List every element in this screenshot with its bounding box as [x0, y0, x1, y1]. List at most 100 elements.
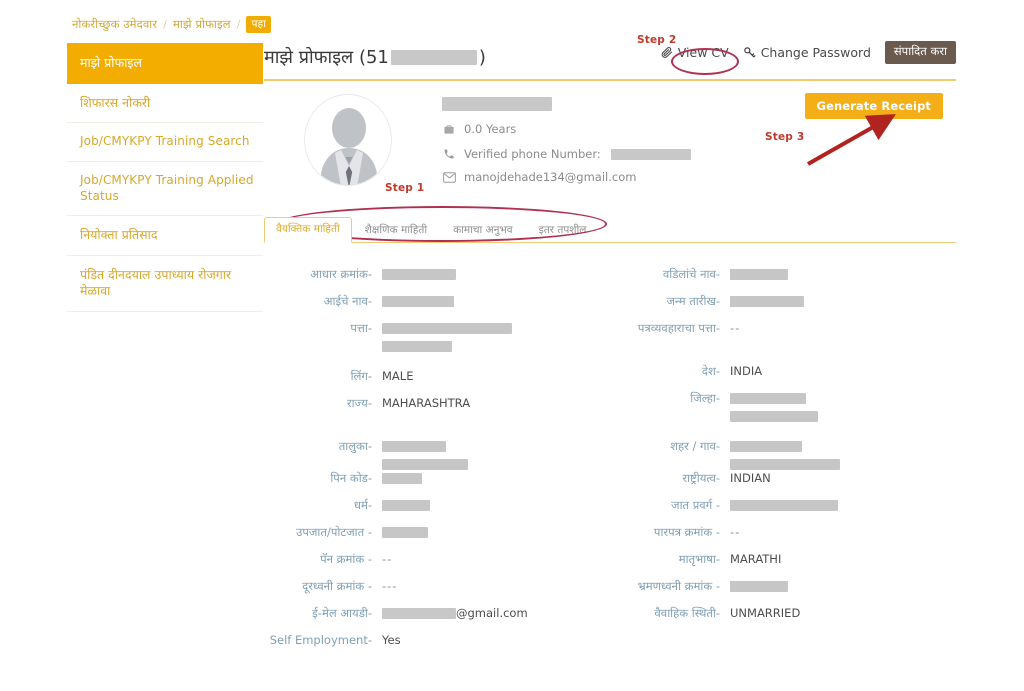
annotation-step-1: Step 1	[385, 182, 425, 194]
annotation-step-2: Step 2	[637, 34, 677, 46]
page-title-prefix: माझे प्रोफाइल (51	[264, 46, 389, 68]
redacted-value	[382, 296, 454, 307]
form-row: ई-मेल आयडी- @gmail.com	[264, 605, 610, 632]
form-row: राष्ट्रीयत्व- INDIAN	[610, 470, 956, 497]
redacted-value	[382, 500, 430, 511]
page-title: माझे प्रोफाइल (51 )	[264, 45, 486, 69]
sidebar-item-rojgar-melava[interactable]: पंडित दीनदयाल उपाध्याय रोजगार मेळावा	[67, 256, 263, 312]
field-label: पत्रव्यवहाराचा पत्ता-	[637, 321, 720, 335]
personal-info-form: आधार क्रमांक- आईचे नाव- पत्ता- लिंग- MALE राज…	[264, 266, 956, 659]
tab-personal-info[interactable]: वैयक्तिक माहिती	[264, 217, 352, 243]
field-value	[382, 320, 512, 352]
tab-other-details[interactable]: इतर तपशील	[526, 218, 600, 243]
field-value	[382, 470, 422, 484]
field-label: शहर / गाव-	[670, 439, 720, 453]
form-row: देश- INDIA	[610, 363, 956, 390]
sidebar-item-recommended-jobs[interactable]: शिफारस नोकरी	[67, 84, 263, 123]
field-label: पारपत्र क्रमांक -	[653, 525, 720, 539]
email-value: manojdehade134@gmail.com	[464, 170, 637, 184]
form-row: जिल्हा-	[610, 390, 956, 422]
form-row: Self Employment- Yes	[264, 632, 610, 659]
briefcase-icon	[442, 124, 456, 135]
form-row: आधार क्रमांक-	[264, 266, 610, 293]
avatar	[304, 94, 392, 186]
redacted-value	[730, 441, 802, 452]
title-row: माझे प्रोफाइल (51 ) View CV Change Passw…	[264, 38, 956, 75]
field-label: लिंग-	[350, 369, 372, 383]
form-row-spacer	[264, 352, 610, 368]
field-label: राज्य-	[346, 396, 372, 410]
redacted-value	[730, 269, 788, 280]
profile-info: 0.0 Years Verified phone Number: manojde…	[442, 97, 691, 184]
field-label: उपजात/पोटजात -	[296, 525, 372, 539]
view-cv-label: View CV	[677, 44, 729, 60]
field-value	[730, 497, 838, 511]
change-password-label: Change Password	[760, 44, 871, 60]
form-row-spacer	[610, 347, 956, 363]
form-row: तालुका-	[264, 438, 610, 470]
form-column-right: वडिलांचे नाव- जन्म तारीख- पत्रव्यवहाराचा प…	[610, 266, 956, 659]
redacted-value	[382, 473, 422, 484]
redacted-value	[382, 608, 456, 619]
sidebar-item-training-search[interactable]: Job/CMYKPY Training Search	[67, 123, 263, 162]
field-value: --	[730, 525, 741, 539]
redacted-full-name	[442, 97, 552, 111]
phone-icon	[442, 148, 456, 160]
main-panel: माझे प्रोफाइल (51 ) View CV Change Passw…	[264, 38, 956, 245]
sidebar-item-my-profile[interactable]: माझे प्रोफाइल	[67, 43, 263, 84]
key-icon	[743, 46, 756, 59]
redacted-value	[382, 341, 452, 352]
sidebar-item-training-applied-status[interactable]: Job/CMYKPY Training Applied Status	[67, 162, 263, 217]
field-label: आईचे नाव-	[323, 294, 372, 308]
field-label: धर्म-	[353, 498, 372, 512]
form-column-left: आधार क्रमांक- आईचे नाव- पत्ता- लिंग- MALE राज…	[264, 266, 610, 659]
field-value: Yes	[382, 633, 401, 647]
view-cv-button[interactable]: View CV	[661, 45, 729, 60]
envelope-icon	[442, 171, 456, 183]
phone-label: Verified phone Number:	[464, 147, 601, 161]
field-value	[382, 524, 428, 538]
field-label: ई-मेल आयडी-	[312, 606, 372, 620]
redacted-value	[730, 296, 804, 307]
tab-education-info[interactable]: शैक्षणिक माहिती	[352, 218, 440, 243]
form-row: मातृभाषा- MARATHI	[610, 551, 956, 578]
field-label: वडिलांचे नाव-	[662, 267, 720, 281]
paperclip-icon	[661, 46, 673, 59]
form-row: वडिलांचे नाव-	[610, 266, 956, 293]
form-row: जात प्रवर्ग -	[610, 497, 956, 524]
form-row: राज्य- MAHARASHTRA	[264, 395, 610, 422]
tabs-bar: वैयक्तिक माहिती शैक्षणिक माहिती कामाचा अ…	[264, 213, 956, 245]
field-value: --	[730, 321, 741, 335]
sidebar-item-employer-response[interactable]: नियोक्ता प्रतिसाद	[67, 216, 263, 256]
field-label: दूरध्वनी क्रमांक -	[302, 579, 372, 593]
field-value-text: @gmail.com	[456, 606, 528, 620]
field-label: पत्ता-	[350, 321, 372, 335]
field-label: जिल्हा-	[690, 391, 720, 405]
field-value: INDIA	[730, 364, 763, 378]
field-value: UNMARRIED	[730, 606, 801, 620]
field-label: Self Employment-	[269, 633, 372, 647]
redacted-value	[730, 581, 788, 592]
form-row: शहर / गाव-	[610, 438, 956, 470]
field-label: मातृभाषा-	[678, 552, 720, 566]
field-value: ---	[382, 579, 398, 593]
phone-line: Verified phone Number:	[442, 147, 691, 161]
generate-receipt-button[interactable]: Generate Receipt	[804, 93, 943, 119]
form-row: भ्रमणध्वनी क्रमांक -	[610, 578, 956, 605]
tab-work-experience[interactable]: कामाचा अनुभव	[440, 218, 526, 243]
field-value: INDIAN	[730, 471, 771, 485]
form-row: वैवाहिक स्थिती- UNMARRIED	[610, 605, 956, 632]
breadcrumb-item-0[interactable]: नोकरीच्छुक उमेदवार	[72, 17, 157, 32]
form-row: लिंग- MALE	[264, 368, 610, 395]
form-row: पॅन क्रमांक - --	[264, 551, 610, 578]
field-value: MARATHI	[730, 552, 782, 566]
breadcrumb-item-1[interactable]: माझे प्रोफाइल	[173, 17, 231, 32]
breadcrumb: नोकरीच्छुक उमेदवार / माझे प्रोफाइल / पहा	[72, 16, 271, 33]
edit-profile-button[interactable]: संपादित करा	[884, 41, 956, 64]
breadcrumb-item-current: पहा	[246, 16, 271, 33]
redacted-value	[382, 459, 468, 470]
change-password-button[interactable]: Change Password	[743, 45, 871, 60]
form-row: पत्ता-	[264, 320, 610, 352]
field-label: राष्ट्रीयत्व-	[682, 471, 720, 485]
form-row: आईचे नाव-	[264, 293, 610, 320]
